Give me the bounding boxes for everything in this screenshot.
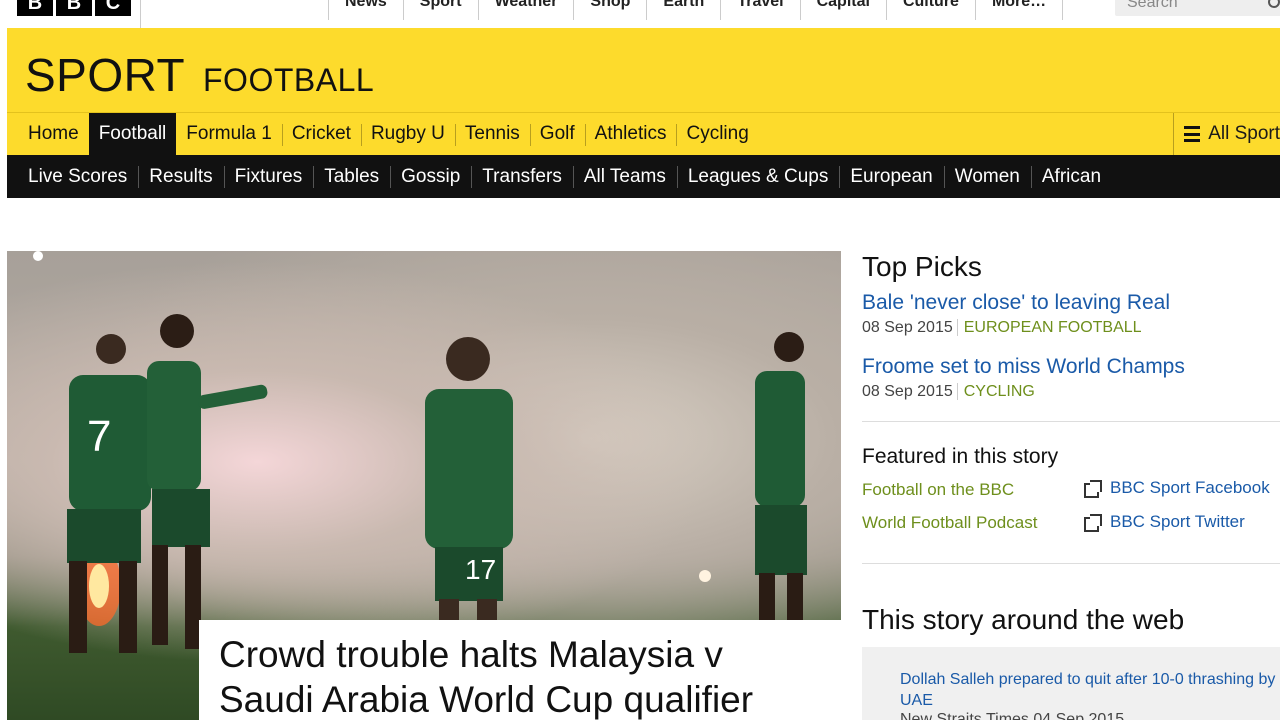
- top-pick-date: 08 Sep 2015: [862, 383, 953, 400]
- sport-primary-nav: Home Football Formula 1 Cricket Rugby U …: [7, 112, 1280, 155]
- top-picks-heading: Top Picks: [862, 251, 982, 282]
- subnav-gossip[interactable]: Gossip: [390, 155, 471, 198]
- top-pick-date: 08 Sep 2015: [862, 319, 953, 336]
- global-nav-sport[interactable]: Sport: [402, 0, 478, 20]
- external-link-facebook[interactable]: BBC Sport Facebook: [1084, 478, 1270, 498]
- around-web-item[interactable]: Dollah Salleh prepared to quit after 10-…: [862, 647, 1280, 720]
- subnav-tables[interactable]: Tables: [313, 155, 390, 198]
- nav-tennis[interactable]: Tennis: [454, 113, 530, 155]
- all-sport-label: All Sport: [1208, 123, 1280, 144]
- subnav-african[interactable]: African: [1030, 155, 1112, 198]
- nav-home[interactable]: Home: [7, 113, 89, 155]
- around-web-source: New Straits Times: [900, 711, 1029, 720]
- external-link-label: BBC Sport Facebook: [1110, 478, 1270, 497]
- subnav-women[interactable]: Women: [943, 155, 1031, 198]
- subnav-transfers[interactable]: Transfers: [471, 155, 573, 198]
- top-pick-category[interactable]: EUROPEAN FOOTBALL: [956, 319, 1142, 336]
- external-link-label: BBC Sport Twitter: [1110, 512, 1245, 531]
- bbc-logo[interactable]: B B C: [17, 0, 131, 16]
- around-web-link[interactable]: Dollah Salleh prepared to quit after 10-…: [900, 669, 1280, 711]
- global-nav-news[interactable]: News: [328, 0, 403, 20]
- featured-link-football-on-bbc[interactable]: Football on the BBC: [862, 480, 1014, 500]
- section-divider: [862, 421, 1280, 422]
- shirt-number-7: 7: [87, 412, 111, 461]
- top-divider: [140, 0, 141, 28]
- subnav-fixtures[interactable]: Fixtures: [223, 155, 314, 198]
- nav-rugby-union[interactable]: Rugby U: [360, 113, 455, 155]
- external-link-twitter[interactable]: BBC Sport Twitter: [1084, 512, 1245, 532]
- headline-box[interactable]: Crowd trouble halts Malaysia v Saudi Ara…: [199, 620, 841, 720]
- global-nav-shop[interactable]: Shop: [573, 0, 646, 20]
- nav-football[interactable]: Football: [88, 113, 177, 155]
- bbc-global-nav: News Sport Weather Shop Earth Travel Cap…: [328, 0, 1064, 28]
- top-pick-item[interactable]: Bale 'never close' to leaving Real 08 Se…: [862, 291, 1280, 337]
- top-pick-category[interactable]: CYCLING: [956, 383, 1035, 400]
- top-pick-item[interactable]: Froome set to miss World Champs 08 Sep 2…: [862, 355, 1280, 401]
- subnav-european[interactable]: European: [839, 155, 943, 198]
- hero-headline[interactable]: Crowd trouble halts Malaysia v Saudi Ara…: [219, 632, 821, 720]
- top-pick-title[interactable]: Bale 'never close' to leaving Real: [862, 291, 1280, 315]
- section-divider: [862, 563, 1280, 564]
- football-secondary-nav: Live Scores Results Fixtures Tables Goss…: [7, 155, 1280, 198]
- nav-golf[interactable]: Golf: [529, 113, 585, 155]
- nav-formula-1[interactable]: Formula 1: [176, 113, 282, 155]
- featured-link-world-football-podcast[interactable]: World Football Podcast: [862, 513, 1037, 533]
- subnav-results[interactable]: Results: [138, 155, 223, 198]
- hero-photo[interactable]: 7 17 Crowd trouble halts Malaysia v Saud…: [7, 251, 841, 720]
- subnav-all-teams[interactable]: All Teams: [572, 155, 677, 198]
- section-title: FOOTBALL: [203, 62, 375, 98]
- logo-letter-c: C: [95, 0, 131, 16]
- global-nav-capital[interactable]: Capital: [799, 0, 886, 20]
- all-sport-menu-button[interactable]: All Sport: [1173, 113, 1280, 155]
- subnav-live-scores[interactable]: Live Scores: [7, 155, 138, 198]
- around-web-meta: New Straits Times 04 Sep 2015: [900, 711, 1280, 720]
- nav-cricket[interactable]: Cricket: [281, 113, 361, 155]
- global-nav-more[interactable]: More…: [974, 0, 1064, 20]
- nav-athletics[interactable]: Athletics: [584, 113, 677, 155]
- shirt-number-17: 17: [465, 554, 496, 585]
- search-input[interactable]: Search: [1115, 0, 1280, 16]
- bbc-top-bar: B B C News Sport Weather Shop Earth Trav…: [0, 0, 1280, 28]
- around-web-date: 04 Sep 2015: [1033, 711, 1125, 720]
- top-pick-title[interactable]: Froome set to miss World Champs: [862, 355, 1280, 379]
- global-nav-culture[interactable]: Culture: [885, 0, 975, 20]
- logo-letter-b2: B: [56, 0, 92, 16]
- sport-header: SPORT FOOTBALL: [7, 28, 1280, 112]
- global-nav-weather[interactable]: Weather: [477, 0, 574, 20]
- featured-heading: Featured in this story: [862, 445, 1059, 468]
- global-nav-travel[interactable]: Travel: [720, 0, 799, 20]
- menu-icon: [1184, 126, 1201, 142]
- around-web-heading: This story around the web: [862, 604, 1185, 635]
- external-link-icon: [1084, 514, 1102, 532]
- global-nav-earth[interactable]: Earth: [646, 0, 720, 20]
- external-link-icon: [1084, 480, 1102, 498]
- sport-title[interactable]: SPORT: [25, 48, 185, 102]
- nav-cycling[interactable]: Cycling: [676, 113, 758, 155]
- subnav-leagues-cups[interactable]: Leagues & Cups: [676, 155, 840, 198]
- logo-letter-b1: B: [17, 0, 53, 16]
